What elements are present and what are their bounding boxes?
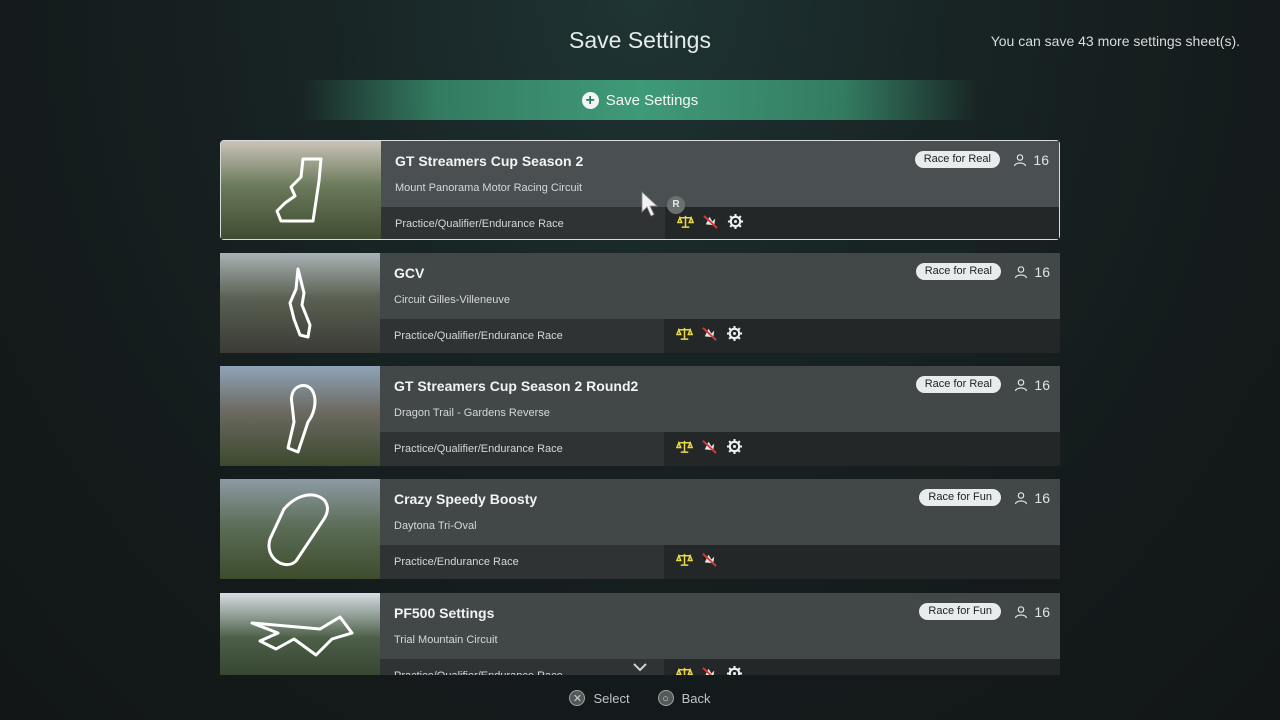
race-mode-badge: Race for Real [914, 151, 1000, 168]
track-name: Daytona Tri-Oval [394, 520, 477, 532]
player-count: 16 [1014, 377, 1050, 393]
track-map-icon [267, 493, 329, 567]
player-count-value: 16 [1034, 490, 1050, 506]
balance-icon [676, 440, 693, 453]
gear-icon [727, 213, 744, 230]
no-collision-icon [702, 440, 717, 454]
circle-button-icon: ○ [657, 690, 674, 706]
settings-list: GT Streamers Cup Season 2 Mount Panorama … [220, 140, 1060, 675]
race-mode-badge: Race for Fun [919, 603, 1001, 620]
settings-name: GT Streamers Cup Season 2 [395, 153, 584, 169]
player-count-value: 16 [1034, 264, 1050, 280]
settings-name: GT Streamers Cup Season 2 Round2 [394, 378, 639, 394]
balance-icon [677, 215, 694, 228]
person-icon [1015, 492, 1028, 505]
gear-icon [726, 665, 743, 675]
race-mode-badge: Race for Fun [919, 489, 1001, 506]
save-settings-label: Save Settings [605, 91, 699, 109]
settings-card[interactable]: Crazy Speedy Boosty Daytona Tri-Oval Pract… [220, 479, 1060, 579]
balance-icon [676, 553, 693, 566]
person-icon [1015, 379, 1028, 392]
select-button[interactable]: ✕ Select [569, 690, 630, 706]
race-types: Practice/Qualifier/Endurance Race [394, 670, 563, 675]
balance-icon [676, 667, 693, 675]
footer: ✕ Select ○ Back [0, 690, 1280, 706]
gear-icon [726, 325, 743, 342]
settings-card[interactable]: GCV Circuit Gilles-Villeneuve Practice/Qua… [220, 253, 1060, 353]
race-mode-badge: Race for Real [915, 263, 1001, 280]
back-button[interactable]: ○ Back [657, 690, 711, 706]
player-count-value: 16 [1033, 152, 1049, 168]
track-name: Mount Panorama Motor Racing Circuit [395, 182, 583, 194]
balance-icon [676, 327, 693, 340]
player-count: 16 [1014, 604, 1050, 620]
plus-circle-icon: + [581, 91, 599, 109]
track-thumbnail [220, 593, 380, 675]
track-thumbnail [220, 366, 380, 466]
track-name: Trial Mountain Circuit [394, 634, 498, 646]
track-name: Circuit Gilles-Villeneuve [394, 294, 510, 306]
track-map-icon [288, 267, 312, 339]
track-thumbnail [221, 141, 381, 239]
track-map-icon [250, 615, 354, 657]
settings-card[interactable]: GT Streamers Cup Season 2 Round2 Dragon T… [220, 366, 1060, 466]
settings-name: GCV [394, 265, 425, 281]
track-thumbnail [220, 479, 380, 579]
pointer-cursor-icon [641, 191, 659, 217]
race-mode-badge: Race for Real [915, 376, 1001, 393]
settings-icons [676, 325, 743, 342]
track-thumbnail [220, 253, 380, 353]
track-map-icon [275, 157, 323, 223]
player-count-value: 16 [1034, 377, 1050, 393]
track-map-icon [286, 384, 317, 454]
race-types: Practice/Qualifier/Endurance Race [394, 443, 563, 455]
no-collision-icon [702, 553, 717, 567]
settings-icons [676, 665, 743, 675]
player-count-value: 16 [1034, 604, 1050, 620]
settings-name: Crazy Speedy Boosty [394, 491, 538, 507]
cross-button-icon: ✕ [569, 690, 586, 706]
no-collision-icon [702, 327, 717, 341]
track-name: Dragon Trail - Gardens Reverse [394, 407, 550, 419]
settings-icons [676, 551, 718, 568]
race-types: Practice/Qualifier/Endurance Race [395, 218, 564, 230]
person-icon [1015, 606, 1028, 619]
save-settings-button[interactable]: + Save Settings [300, 80, 980, 120]
remaining-sheets-text: You can save 43 more settings sheet(s). [990, 33, 1240, 49]
settings-icons [676, 438, 743, 455]
player-count: 16 [1013, 152, 1049, 168]
gear-icon [726, 438, 743, 455]
no-collision-icon [702, 667, 715, 675]
no-collision-icon [703, 215, 718, 229]
player-count: 16 [1014, 264, 1050, 280]
settings-name: PF500 Settings [394, 605, 495, 621]
back-label: Back [681, 690, 711, 706]
race-types: Practice/Qualifier/Endurance Race [394, 330, 563, 342]
r-button-icon: R [667, 196, 685, 214]
scroll-down-chevron-icon[interactable] [633, 662, 647, 672]
person-icon [1015, 266, 1028, 279]
race-types: Practice/Endurance Race [394, 556, 519, 568]
person-icon [1014, 154, 1027, 167]
player-count: 16 [1014, 490, 1050, 506]
settings-icons [677, 213, 744, 230]
select-label: Select [593, 690, 630, 706]
